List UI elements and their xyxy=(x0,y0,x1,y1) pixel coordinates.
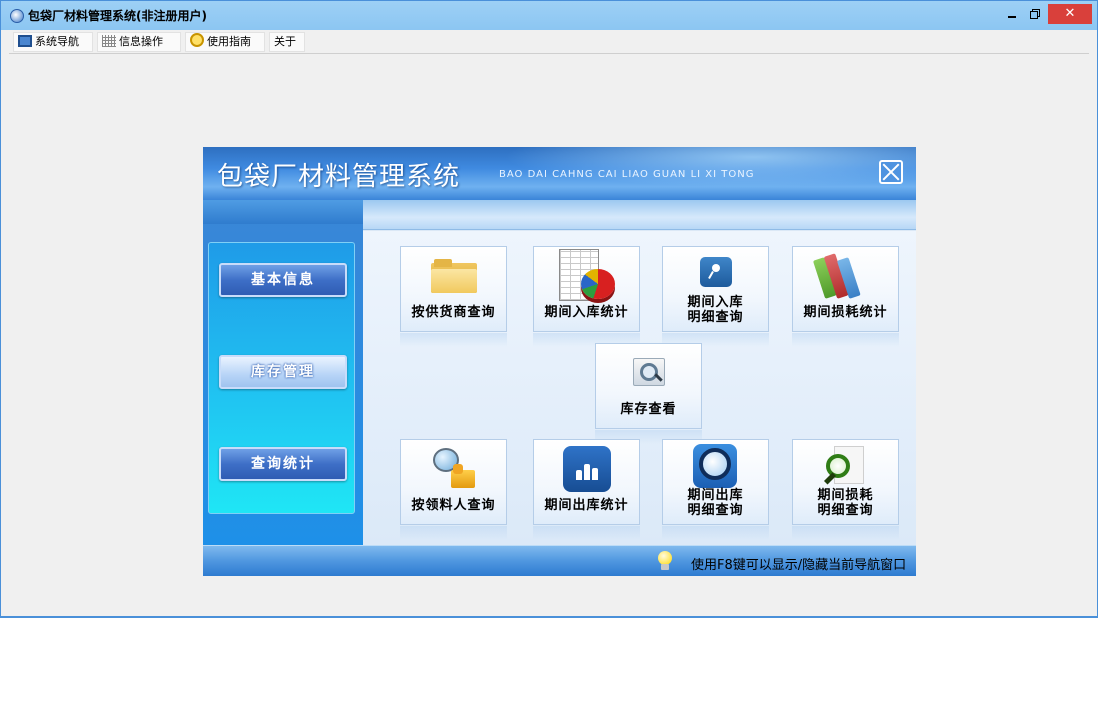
navigation-icon xyxy=(18,35,32,47)
nav-panel-title: 包袋厂材料管理系统 xyxy=(217,162,461,192)
tile-inventory-view[interactable]: 库存查看 xyxy=(595,343,702,444)
folder-icon xyxy=(430,259,477,293)
key-search-icon xyxy=(699,257,732,287)
tile-query-by-supplier[interactable]: 按供货商查询 xyxy=(400,246,507,347)
zoom-icon xyxy=(632,358,665,386)
minimize-button[interactable] xyxy=(1001,4,1023,24)
tile-query-by-recipient[interactable]: 按领料人查询 xyxy=(400,439,507,540)
sidebar-item-basic-info[interactable]: 基本信息 xyxy=(219,263,347,297)
window-title: 包袋厂材料管理系统(非注册用户) xyxy=(28,9,207,23)
tile-label: 库存查看 xyxy=(620,402,677,417)
tile-label: 期间损耗统计 xyxy=(803,305,888,320)
tile-label: 按领料人查询 xyxy=(411,498,496,513)
tile-period-inbound-statistics[interactable]: 期间入库统计 xyxy=(533,246,640,347)
tile-period-outbound-detail[interactable]: 期间出库 明细查询 xyxy=(662,439,769,540)
menu-bar: 系统导航 信息操作 使用指南 关于 xyxy=(7,32,1091,52)
tile-period-loss-detail[interactable]: 期间损耗 明细查询 xyxy=(792,439,899,540)
tile-period-inbound-detail[interactable]: 期间入库 明细查询 xyxy=(662,246,769,347)
app-icon xyxy=(10,9,24,23)
menu-item-info-operation[interactable]: 信息操作 xyxy=(97,32,181,52)
content-header-strip xyxy=(363,200,916,230)
magnifier-icon xyxy=(692,444,739,492)
lightbulb-icon xyxy=(657,551,673,573)
menu-divider xyxy=(9,53,1089,54)
grid-icon xyxy=(102,35,116,47)
status-hint: 使用F8键可以显示/隐藏当前导航窗口 xyxy=(691,558,907,573)
tile-label: 期间出库统计 xyxy=(544,498,629,513)
restore-button[interactable] xyxy=(1025,4,1047,24)
help-icon xyxy=(190,33,204,47)
tile-period-loss-statistics[interactable]: 期间损耗统计 xyxy=(792,246,899,347)
menu-item-label: 使用指南 xyxy=(207,35,251,48)
navigation-panel: 包袋厂材料管理系统 BAO DAI CAHNG CAI LIAO GUAN LI… xyxy=(203,147,916,576)
menu-item-label: 系统导航 xyxy=(35,35,79,48)
document-search-icon xyxy=(823,446,868,490)
person-search-icon xyxy=(431,448,477,492)
tile-label: 期间损耗 明细查询 xyxy=(817,488,874,518)
books-chart-icon xyxy=(812,253,871,299)
window-bottom-border xyxy=(0,616,1098,618)
tile-period-outbound-statistics[interactable]: 期间出库统计 xyxy=(533,439,640,540)
tile-label: 期间入库统计 xyxy=(544,305,629,320)
close-button[interactable]: ✕ xyxy=(1048,4,1092,24)
menu-item-user-guide[interactable]: 使用指南 xyxy=(185,32,265,52)
tile-label: 期间入库 明细查询 xyxy=(687,295,744,325)
minimize-icon xyxy=(1008,16,1016,18)
menu-item-about[interactable]: 关于 xyxy=(269,32,305,52)
nav-panel-header: 包袋厂材料管理系统 BAO DAI CAHNG CAI LIAO GUAN LI… xyxy=(203,147,916,200)
close-icon[interactable] xyxy=(879,160,903,184)
title-bar[interactable]: 包袋厂材料管理系统(非注册用户) ✕ xyxy=(1,1,1097,30)
tile-label: 期间出库 明细查询 xyxy=(687,488,744,518)
tile-label: 按供货商查询 xyxy=(411,305,496,320)
menu-item-system-navigation[interactable]: 系统导航 xyxy=(13,32,93,52)
menu-item-label: 关于 xyxy=(274,35,296,48)
bar-chart-icon xyxy=(562,446,611,492)
sidebar-item-query-statistics[interactable]: 查询统计 xyxy=(219,447,347,481)
spreadsheet-pie-icon xyxy=(558,249,615,303)
nav-panel-subtitle: BAO DAI CAHNG CAI LIAO GUAN LI XI TONG xyxy=(499,169,755,180)
sidebar-item-inventory-management[interactable]: 库存管理 xyxy=(219,355,347,389)
nav-status-bar: 使用F8键可以显示/隐藏当前导航窗口 xyxy=(203,545,916,576)
menu-item-label: 信息操作 xyxy=(119,35,163,48)
